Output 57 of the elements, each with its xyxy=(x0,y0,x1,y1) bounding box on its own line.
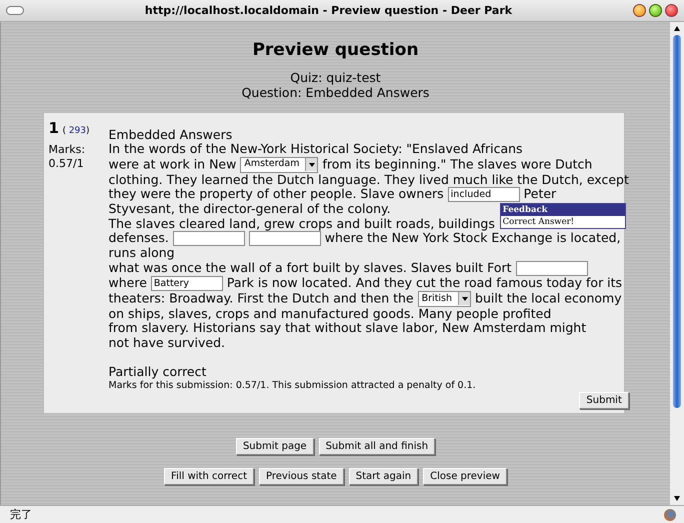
action-button[interactable]: Submit page xyxy=(236,438,314,456)
quiz-name: Quiz: quiz-test xyxy=(290,70,381,85)
question-name: Question: Embedded Answers xyxy=(242,85,430,100)
globe-icon xyxy=(664,508,676,520)
page-heading: Preview question xyxy=(252,40,419,60)
marks-label: Marks: xyxy=(48,143,86,157)
question-text: from its beginning." The slaves wore Dutch xyxy=(322,156,592,171)
question-text: Styvesant, the director-general of the colony. xyxy=(108,201,391,216)
question-text: The slaves cleared land, grew crops and built roads, buildings xyxy=(108,216,495,231)
question-text: were at work in New xyxy=(108,156,236,171)
question-text: clothing. They learned the Dutch language. They lived much like the Dutch, except xyxy=(108,172,629,186)
question-title: Embedded Answers xyxy=(108,127,234,142)
status-text: 完了 xyxy=(10,507,32,522)
answer-field[interactable]: included xyxy=(448,187,520,202)
grade-detail: Marks for this submission: 0.57/1. This submission attracted a penalty of 0.1. xyxy=(108,379,477,392)
question-text: they were the property of other people. Slave owners xyxy=(108,186,444,201)
question-text: what was once the wall of a fort built by slaves. Slaves built Fort xyxy=(108,260,512,275)
window-title: http://localhost.localdomain - Preview question - Deer Park xyxy=(144,4,514,17)
question-text: built the local economy xyxy=(475,290,622,306)
action-button[interactable]: Submit all and finish xyxy=(318,438,436,456)
action-button[interactable]: Close preview xyxy=(423,468,507,486)
answer-field[interactable]: Battery xyxy=(150,276,223,291)
question-text: runs along xyxy=(108,245,175,260)
window-menu-icon[interactable] xyxy=(6,6,24,15)
scrollbar[interactable] xyxy=(670,22,684,505)
question-text: where xyxy=(108,274,147,290)
answer-field[interactable] xyxy=(172,231,245,246)
feedback-text: Correct Answer! xyxy=(502,216,576,228)
question-text: on ships, slaves, crops and manufactured goods. Many people profited xyxy=(108,306,552,321)
action-button[interactable]: Fill with correct xyxy=(164,468,254,486)
answer-dropdown[interactable]: Amsterdam xyxy=(240,156,318,172)
question-text: from slavery. Historians say that without slave labor, New Amsterdam might xyxy=(108,320,586,336)
question-text: defenses. xyxy=(108,230,169,246)
minimize-icon[interactable] xyxy=(633,4,646,17)
grade-text: Partially correct xyxy=(108,364,208,380)
caret-icon xyxy=(458,292,470,306)
action-button[interactable]: Start again xyxy=(348,468,418,486)
question-text: In the words of the New-York Historical Society: "Enslaved Africans xyxy=(108,141,523,156)
question-text: Park is now located. And they cut the road famous today for its xyxy=(226,274,622,290)
maximize-icon[interactable] xyxy=(649,4,662,17)
question-text: theaters: Broadway. First the Dutch and then the xyxy=(108,290,414,306)
submit-button[interactable]: Submit xyxy=(579,392,629,410)
question-id-link[interactable]: 293 xyxy=(68,126,86,136)
question-text: where the New York Stock Exchange is located, xyxy=(324,230,621,246)
feedback-title: Feedback xyxy=(500,204,625,216)
caret-icon xyxy=(305,158,318,171)
action-button[interactable]: Previous state xyxy=(259,468,344,486)
close-icon[interactable] xyxy=(665,4,678,17)
question-text: not have survived. xyxy=(108,334,226,350)
answer-field[interactable] xyxy=(516,260,588,276)
answer-dropdown[interactable]: British xyxy=(418,290,472,307)
marks-value: 0.57/1 xyxy=(48,157,85,171)
question-text: Peter xyxy=(524,186,556,201)
answer-field[interactable] xyxy=(248,231,321,246)
scroll-thumb[interactable] xyxy=(673,35,681,408)
question-id: ( 293) xyxy=(62,126,90,136)
question-number: 1 xyxy=(48,119,59,137)
